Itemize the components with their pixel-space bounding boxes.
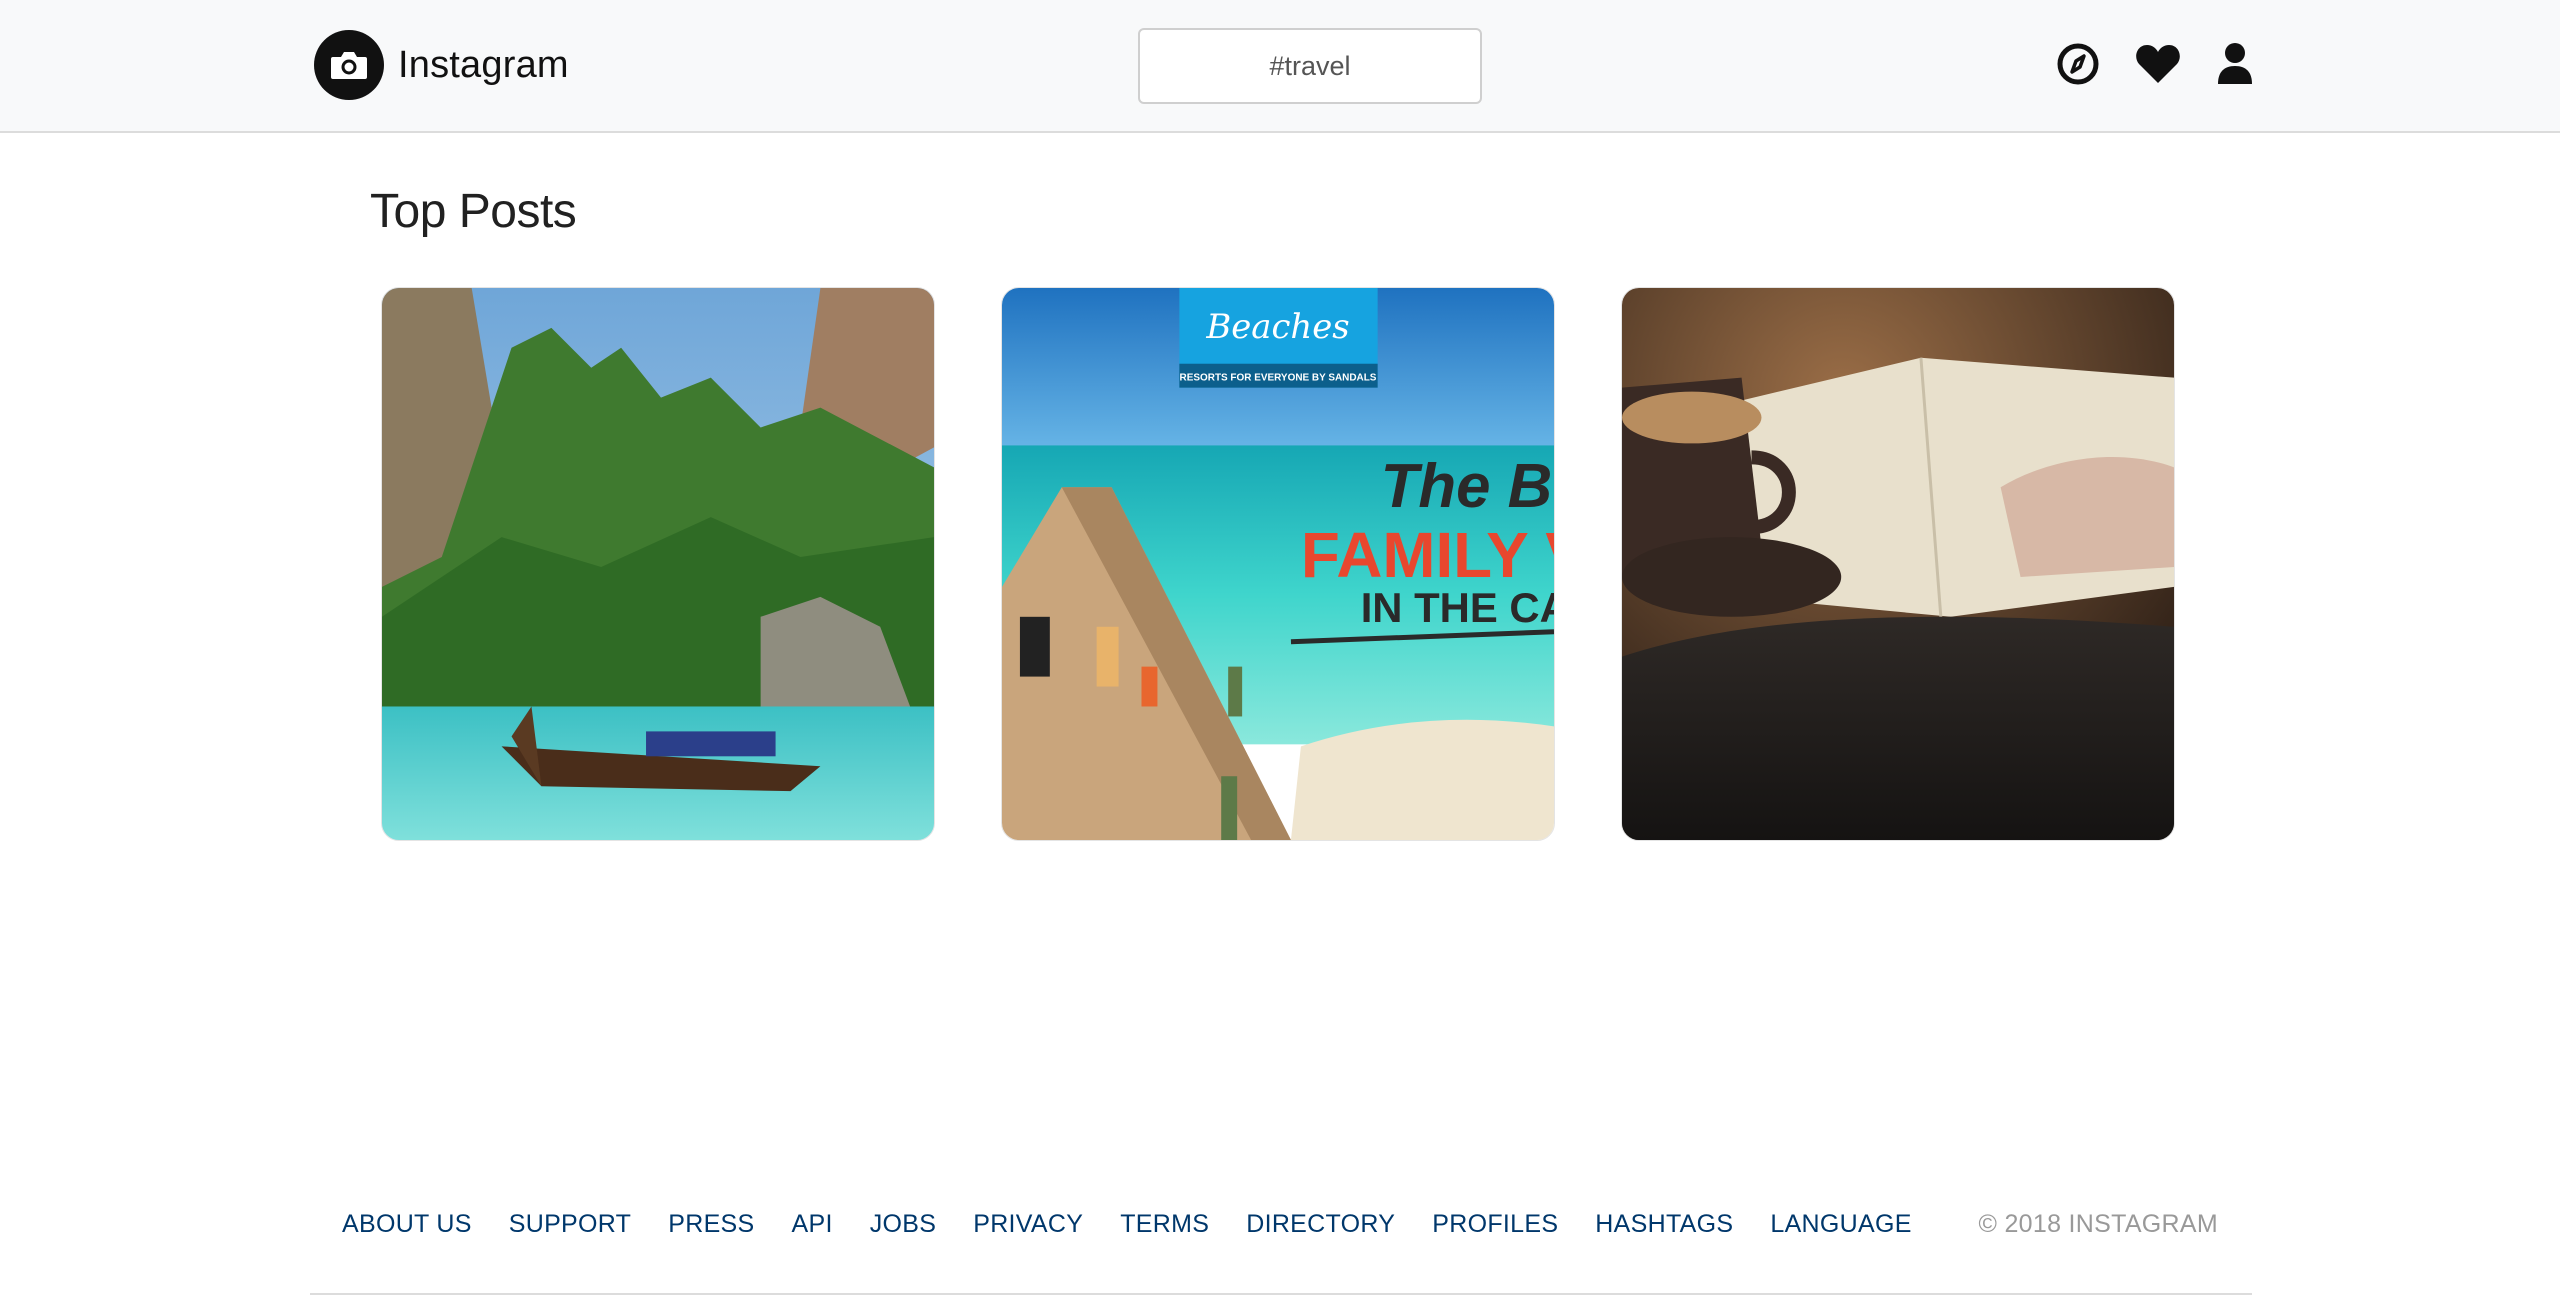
beaches-tagline: RESORTS FOR EVERYONE BY SANDALS <box>1180 373 1377 384</box>
ad-headline-2: FAMILY VAC <box>1301 519 1554 591</box>
ad-headline-3: IN THE CARIB <box>1361 584 1554 631</box>
top-navbar: Instagram <box>0 0 2560 133</box>
footer-links: ABOUT US SUPPORT PRESS API JOBS PRIVACY … <box>342 1210 1912 1239</box>
page-title: Top Posts <box>370 185 577 238</box>
footer-link-api[interactable]: API <box>792 1210 833 1238</box>
footer-link-about-us[interactable]: ABOUT US <box>342 1210 472 1238</box>
post-thumbnail-island[interactable] <box>381 287 935 841</box>
brand-name[interactable]: Instagram <box>398 44 569 87</box>
coffee-book-image <box>1622 288 2174 840</box>
footer-divider <box>310 1293 2252 1295</box>
ad-headline-1: The Be <box>1381 452 1554 521</box>
footer-link-hashtags[interactable]: HASHTAGS <box>1595 1210 1733 1238</box>
footer-link-directory[interactable]: DIRECTORY <box>1246 1210 1395 1238</box>
copyright-text: © 2018 INSTAGRAM <box>1978 1210 2218 1238</box>
heart-icon[interactable] <box>2134 40 2182 88</box>
footer-link-terms[interactable]: TERMS <box>1120 1210 1209 1238</box>
island-boat-image <box>382 288 934 840</box>
footer-link-jobs[interactable]: JOBS <box>870 1210 937 1238</box>
post-thumbnail-beach-ad[interactable]: Beaches RESORTS FOR EVERYONE BY SANDALS … <box>1001 287 1555 841</box>
search-input[interactable] <box>1138 28 1482 104</box>
post-thumbnail-coffee-book[interactable] <box>1621 287 2175 841</box>
footer-link-press[interactable]: PRESS <box>668 1210 754 1238</box>
beach-pier-image: Beaches RESORTS FOR EVERYONE BY SANDALS … <box>1002 288 1554 840</box>
brand[interactable]: Instagram <box>314 30 569 100</box>
footer: ABOUT US SUPPORT PRESS API JOBS PRIVACY … <box>310 1210 2252 1270</box>
footer-link-profiles[interactable]: PROFILES <box>1432 1210 1558 1238</box>
footer-link-privacy[interactable]: PRIVACY <box>973 1210 1083 1238</box>
user-icon[interactable] <box>2211 40 2259 88</box>
footer-link-support[interactable]: SUPPORT <box>509 1210 632 1238</box>
footer-link-language[interactable]: LANGUAGE <box>1770 1210 1911 1238</box>
beaches-logo-text: Beaches <box>1205 307 1349 346</box>
camera-icon[interactable] <box>314 30 384 100</box>
compass-icon[interactable] <box>2054 40 2102 88</box>
